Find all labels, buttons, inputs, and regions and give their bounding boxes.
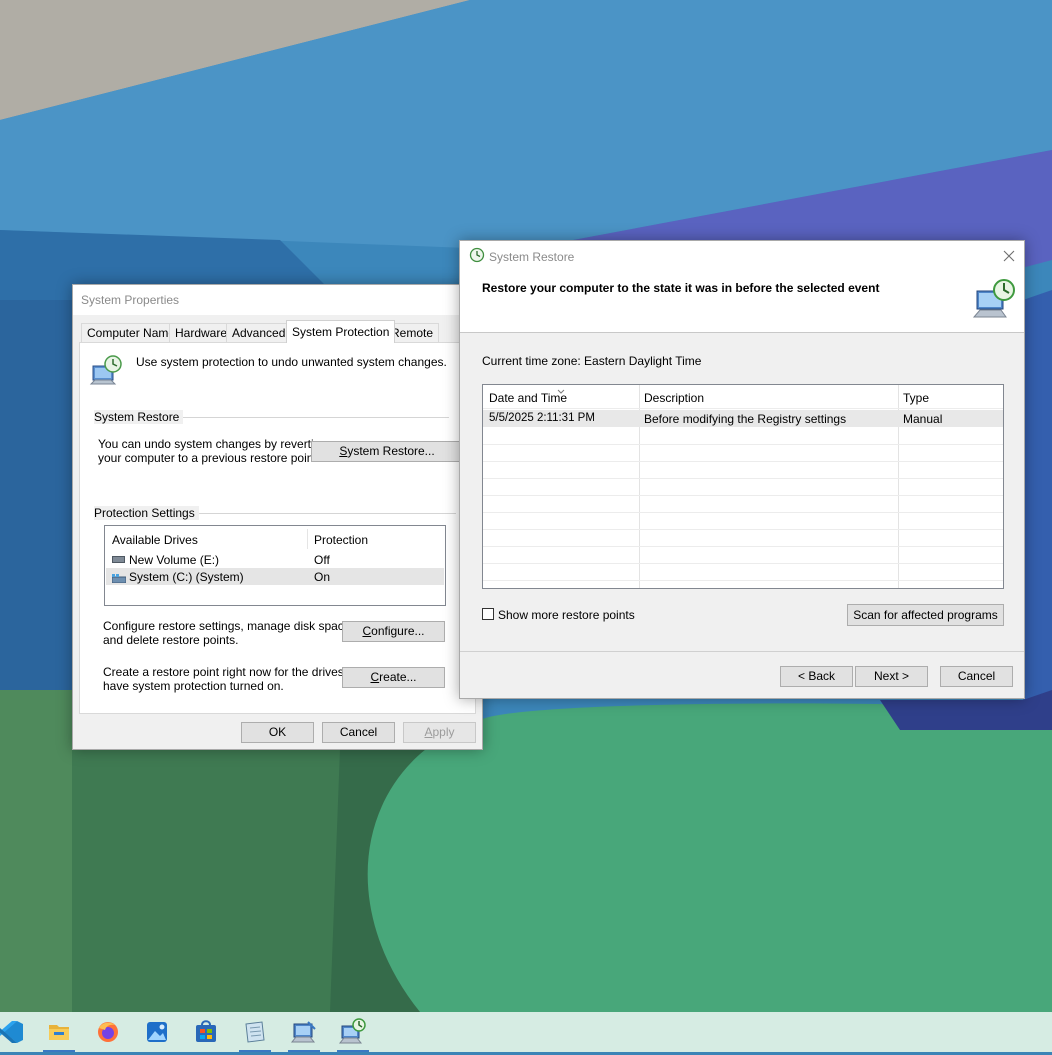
ok-button[interactable]: OK — [241, 722, 314, 743]
tab-advanced[interactable]: Advanced — [226, 323, 292, 342]
column-date-time[interactable]: Date and Time — [489, 391, 567, 405]
table-row[interactable]: 5/5/2025 2:11:31 PM Before modifying the… — [483, 410, 1003, 427]
firefox-icon[interactable] — [88, 1012, 128, 1052]
row-gridline — [483, 478, 1003, 479]
column-type[interactable]: Type — [903, 391, 929, 405]
row-gridline — [483, 529, 1003, 530]
system-restore-header: System Restore Restore your computer to … — [460, 241, 1024, 333]
system-properties-title: System Properties — [81, 293, 180, 307]
tab-hardware[interactable]: Hardware — [169, 323, 234, 342]
restore-point-date: 5/5/2025 2:11:31 PM — [489, 412, 595, 424]
system-restore-icon[interactable] — [333, 1012, 373, 1052]
system-restore-desc-line2: your computer to a previous restore poin… — [98, 451, 321, 465]
column-available-drives[interactable]: Available Drives — [112, 533, 198, 547]
list-item[interactable]: System (C:) (System) On — [106, 568, 444, 585]
system-restore-title: System Restore — [489, 250, 575, 264]
configure-desc-line2: and delete restore points. — [103, 633, 239, 647]
create-desc-line1: Create a restore point right now for the… — [103, 665, 368, 679]
header-separator — [483, 408, 1003, 409]
row-gridline — [483, 512, 1003, 513]
file-explorer-icon[interactable] — [39, 1012, 79, 1052]
row-gridline — [483, 563, 1003, 564]
back-button[interactable]: < Back — [780, 666, 853, 687]
column-separator — [307, 529, 308, 549]
configure-button[interactable]: Configure... — [342, 621, 445, 642]
restore-point-description: Before modifying the Registry settings — [644, 412, 847, 426]
next-button[interactable]: Next > — [855, 666, 928, 687]
drive-name: System (C:) (System) — [129, 570, 244, 584]
list-item[interactable]: New Volume (E:) Off — [106, 551, 444, 568]
system-restore-heading: Restore your computer to the state it wa… — [482, 281, 880, 295]
restore-point-type: Manual — [903, 412, 943, 426]
system-protection-panel: Use system protection to undo unwanted s… — [79, 342, 476, 714]
photos-icon[interactable] — [137, 1012, 177, 1052]
store-icon[interactable] — [186, 1012, 226, 1052]
create-desc-line2: have system protection turned on. — [103, 679, 284, 693]
notepad-icon[interactable] — [235, 1012, 275, 1052]
system-protection-icon — [89, 354, 123, 388]
footer-separator — [460, 651, 1024, 652]
system-properties-window[interactable]: System Properties Computer Name Hardware… — [72, 284, 483, 750]
system-properties-icon[interactable] — [284, 1012, 324, 1052]
restore-points-grid[interactable]: Date and Time Description Type 5/5/2025 … — [482, 384, 1004, 589]
protection-settings-group-title: Protection Settings — [94, 506, 199, 520]
cancel-button[interactable]: Cancel — [940, 666, 1013, 687]
apply-button[interactable]: Apply — [403, 722, 476, 743]
system-properties-titlebar[interactable]: System Properties — [73, 285, 482, 315]
system-restore-desc-line1: You can undo system changes by reverting — [98, 437, 328, 451]
system-restore-window[interactable]: System Restore Restore your computer to … — [459, 240, 1025, 699]
column-protection[interactable]: Protection — [314, 533, 368, 547]
row-gridline — [483, 580, 1003, 581]
drive-icon — [112, 556, 125, 563]
row-gridline — [483, 495, 1003, 496]
vscode-icon[interactable] — [0, 1012, 30, 1052]
drive-protection: On — [314, 570, 331, 584]
sort-chevron-icon — [557, 385, 565, 394]
system-drive-icon — [111, 572, 127, 584]
show-more-checkbox[interactable] — [482, 608, 494, 620]
configure-desc-line1: Configure restore settings, manage disk … — [103, 619, 354, 633]
drive-protection: Off — [314, 553, 330, 567]
tab-computer-name[interactable]: Computer Name — [81, 323, 182, 342]
system-restore-large-icon — [972, 277, 1018, 323]
system-restore-group-title: System Restore — [94, 410, 184, 424]
tab-system-protection[interactable]: System Protection — [286, 320, 396, 343]
taskbar — [0, 1012, 1052, 1052]
show-more-label[interactable]: Show more restore points — [498, 608, 635, 622]
row-gridline — [483, 461, 1003, 462]
column-description[interactable]: Description — [644, 391, 704, 405]
timezone-label: Current time zone: Eastern Daylight Time — [482, 354, 702, 368]
close-icon[interactable] — [999, 247, 1019, 265]
row-gridline — [483, 546, 1003, 547]
drives-list[interactable]: Available Drives Protection New Volume (… — [104, 525, 446, 606]
create-button[interactable]: Create... — [342, 667, 445, 688]
row-gridline — [483, 444, 1003, 445]
drive-name: New Volume (E:) — [129, 553, 220, 567]
scan-affected-programs-button[interactable]: Scan for affected programs — [847, 604, 1004, 626]
cancel-button[interactable]: Cancel — [322, 722, 395, 743]
system-restore-title-icon — [469, 247, 485, 263]
system-restore-button[interactable]: System Restore... — [311, 441, 463, 462]
system-protection-intro: Use system protection to undo unwanted s… — [136, 355, 447, 369]
